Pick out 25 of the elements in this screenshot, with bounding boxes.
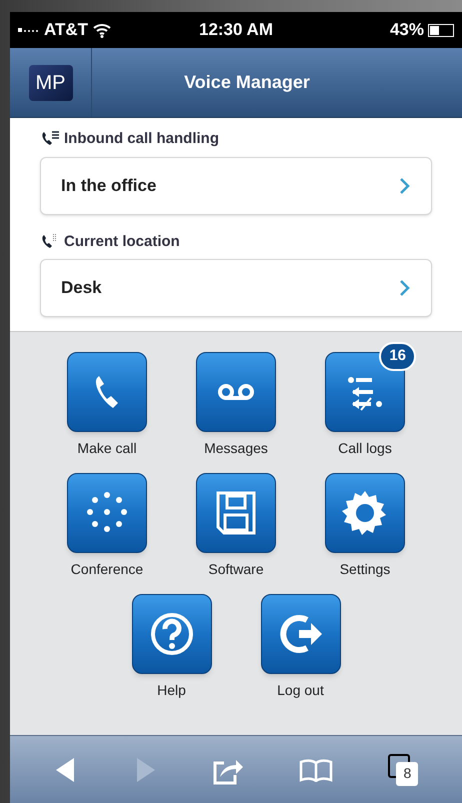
setting-row[interactable]: Desk bbox=[40, 259, 432, 317]
app-label: Make call bbox=[77, 439, 137, 458]
section-label: Inbound call handling bbox=[64, 129, 219, 149]
section-label: Current location bbox=[64, 232, 180, 252]
clock-label: 12:30 AM bbox=[198, 19, 274, 42]
setting-row[interactable]: In the office bbox=[40, 156, 432, 214]
app-logo: MP bbox=[28, 64, 72, 100]
battery-icon bbox=[428, 24, 454, 36]
app-label: Log out bbox=[277, 681, 324, 700]
book-icon[interactable] bbox=[299, 758, 334, 782]
app-label: Software bbox=[208, 560, 264, 579]
count-badge: 16 bbox=[379, 342, 416, 370]
battery-label: 43% bbox=[390, 19, 424, 42]
signal-icon bbox=[18, 27, 40, 33]
chevron-icon bbox=[399, 279, 411, 297]
screen-title: Voice Manager bbox=[183, 71, 311, 94]
app-label: Call logs bbox=[338, 439, 392, 458]
carrier-label: AT&T bbox=[44, 19, 88, 42]
app-label: Messages bbox=[204, 439, 268, 458]
app-label: Settings bbox=[340, 560, 390, 579]
app-label: Help bbox=[157, 681, 186, 700]
app-label: Conference bbox=[70, 560, 144, 579]
chevron-icon bbox=[399, 176, 411, 194]
gear-icon bbox=[341, 489, 389, 537]
wifi-icon bbox=[92, 22, 112, 38]
